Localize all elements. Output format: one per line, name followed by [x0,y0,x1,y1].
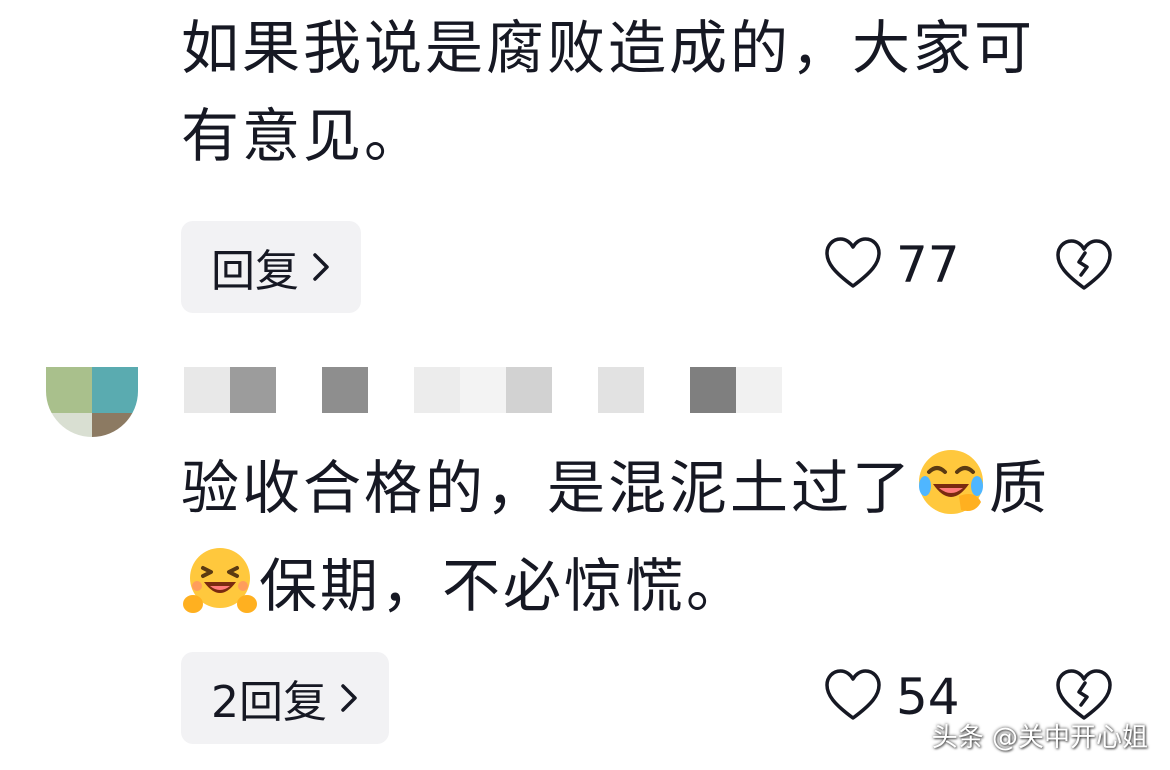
dislike-button[interactable] [1055,238,1113,296]
comment-text: 验收合格的，是混泥土过了 质保期，不必惊慌。 [181,444,1121,640]
username-blurred[interactable] [184,367,784,413]
reply-button[interactable]: 2回复 [181,652,389,744]
avatar[interactable] [46,367,138,437]
heart-icon [824,668,882,726]
reply-button-label: 回复 [211,246,299,297]
comment-text-line-1: 如果我说是腐败造成的，大家可 [181,14,1036,82]
reply-button[interactable]: 回复 [181,221,361,313]
chevron-right-icon [339,682,359,714]
like-button[interactable]: 77 [824,236,960,294]
heart-icon [824,236,882,294]
grinning-hands-emoji-icon [183,544,257,640]
chevron-right-icon [311,251,331,283]
broken-heart-icon [1055,239,1113,296]
comment-text: 如果我说是腐败造成的，大家可 有意见。 [181,4,1121,180]
comment-text-part-2: 质 [989,454,1051,522]
watermark: 头条 @关中开心姐 [931,723,1148,753]
comment-text-part-3: 保期，不必惊慌。 [259,552,748,620]
comment-text-part-1: 验收合格的，是混泥土过了 [181,454,914,522]
comment-text-line-2: 有意见。 [181,102,426,170]
like-count: 77 [896,236,960,294]
laughing-tears-emoji-icon [915,446,987,542]
reply-button-label: 2回复 [211,677,327,728]
